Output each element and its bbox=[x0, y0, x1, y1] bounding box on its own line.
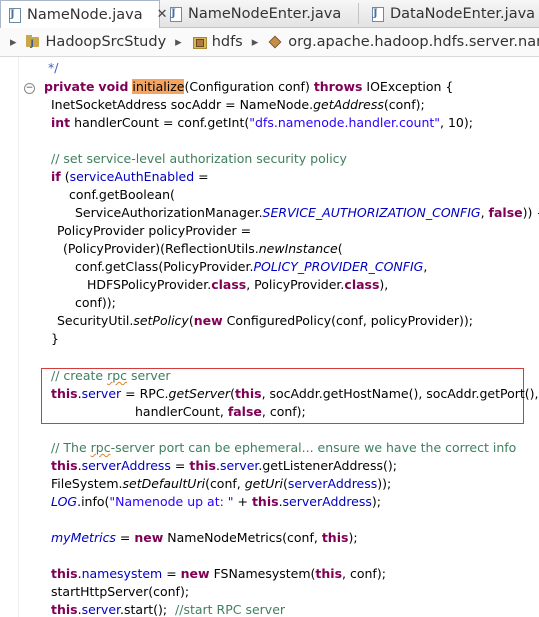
code-line: conf.getBoolean( bbox=[69, 187, 175, 202]
tab-divider bbox=[358, 3, 359, 24]
code-line: // The rpc-server port can be ephemeral.… bbox=[51, 440, 517, 455]
tab-namenode-java[interactable]: J NameNode.java ✕ bbox=[0, 0, 168, 28]
fold-collapse-icon[interactable]: − bbox=[24, 83, 35, 94]
code-line: int handlerCount = conf.getInt("dfs.name… bbox=[51, 115, 473, 130]
code-line: conf)); bbox=[75, 295, 116, 310]
tab-label: NameNode.java bbox=[27, 6, 143, 23]
code-line: SecurityUtil.setPolicy(new ConfiguredPol… bbox=[57, 313, 473, 328]
tab-label: DataNodeEnter.java bbox=[390, 5, 536, 22]
code-line: this.serverAddress = this.server.getList… bbox=[51, 458, 397, 473]
tab-datanodeenter-java[interactable]: J DataNodeEnter.java bbox=[364, 0, 539, 27]
code-line: handlerCount, false, conf); bbox=[135, 404, 306, 419]
code-line: this.server = RPC.getServer(this, socAdd… bbox=[51, 386, 539, 401]
code-line: LOG.info("Namenode up at: " + this.serve… bbox=[51, 494, 381, 509]
chevron-right-icon: ▸ bbox=[10, 34, 17, 50]
editor-ruler bbox=[0, 57, 19, 617]
code-line: this.server.start(); //start RPC server bbox=[51, 602, 286, 617]
breadcrumb: ▸ J HadoopSrcStudy ▸ hdfs ▸ org.apache.h… bbox=[0, 28, 539, 57]
breadcrumb-project[interactable]: J HadoopSrcStudy ▸ bbox=[25, 34, 191, 50]
code-line: if (serviceAuthEnabled = bbox=[51, 169, 209, 184]
code-line: private void initialize(Configuration co… bbox=[44, 79, 454, 94]
breadcrumb-folder-label: hdfs bbox=[211, 34, 243, 50]
java-file-icon: J bbox=[168, 6, 182, 22]
code-line: myMetrics = new NameNodeMetrics(conf, th… bbox=[51, 530, 358, 545]
java-project-icon: J bbox=[25, 34, 41, 50]
code-line: startHttpServer(conf); bbox=[51, 584, 190, 599]
code-line: (PolicyProvider)(ReflectionUtils.newInst… bbox=[63, 241, 343, 256]
method-highlight: initialize bbox=[132, 79, 185, 94]
source-folder-icon bbox=[191, 34, 207, 50]
code-line: InetSocketAddress socAddr = NameNode.get… bbox=[51, 97, 425, 112]
code-line: FileSystem.setDefaultUri(conf, getUri(se… bbox=[51, 476, 392, 491]
code-line: this.namesystem = new FSNamesystem(this,… bbox=[51, 566, 386, 581]
code-line: PolicyProvider policyProvider = bbox=[57, 223, 252, 238]
code-line: HDFSPolicyProvider.class, PolicyProvider… bbox=[87, 277, 389, 292]
chevron-right-icon: ▸ bbox=[251, 34, 259, 50]
chevron-right-icon: ▸ bbox=[175, 34, 182, 50]
java-file-icon: J bbox=[7, 7, 21, 23]
tab-label: NameNodeEnter.java bbox=[188, 5, 342, 22]
code-line: } bbox=[51, 331, 59, 346]
code-line: // set service-level authorization secur… bbox=[51, 151, 347, 166]
tab-namenodeenter-java[interactable]: J NameNodeEnter.java bbox=[162, 0, 352, 27]
java-file-icon: J bbox=[370, 6, 384, 22]
breadcrumb-package-label: org.apache.hadoop.hdfs.server.name bbox=[288, 34, 539, 50]
breadcrumb-start: ▸ bbox=[6, 35, 25, 50]
package-icon bbox=[267, 34, 283, 50]
code-line: conf.getClass(PolicyProvider.POLICY_PROV… bbox=[75, 259, 428, 274]
code-editor[interactable]: − */ private void initialize(Configurati… bbox=[0, 57, 539, 617]
code-line: ServiceAuthorizationManager.SERVICE_AUTH… bbox=[75, 205, 539, 220]
editor-tab-bar: J NameNode.java ✕ J NameNodeEnter.java J… bbox=[0, 0, 539, 28]
code-line: // create rpc server bbox=[51, 368, 171, 383]
breadcrumb-folder[interactable]: hdfs ▸ bbox=[191, 34, 268, 50]
breadcrumb-project-label: HadoopSrcStudy bbox=[45, 34, 167, 50]
code-line: */ bbox=[48, 60, 59, 75]
breadcrumb-package[interactable]: org.apache.hadoop.hdfs.server.name bbox=[267, 34, 539, 50]
